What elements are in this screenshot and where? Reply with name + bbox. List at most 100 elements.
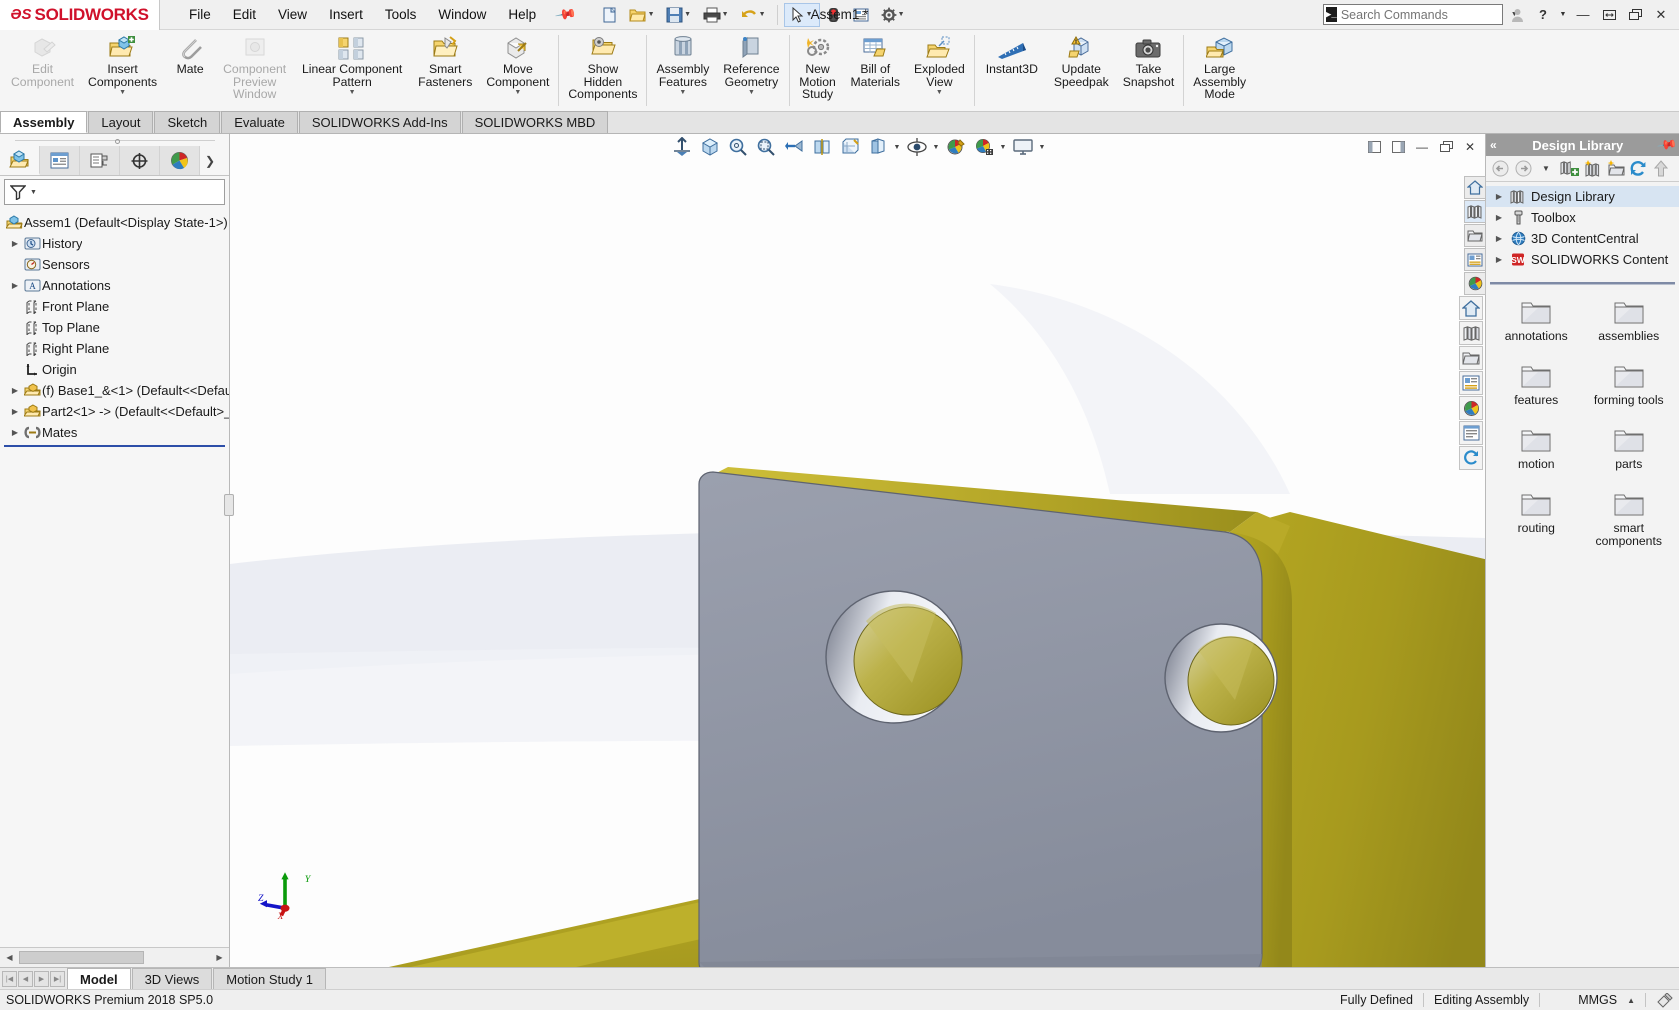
panel-splitter-handle[interactable] — [224, 494, 234, 516]
task-pane-view-palette-tab[interactable] — [1464, 248, 1486, 271]
edit-appearance-icon[interactable] — [943, 136, 969, 158]
view-cube-icon[interactable] — [697, 136, 723, 158]
expand-arrow-icon[interactable]: ▶ — [8, 407, 22, 416]
property-manager-tab[interactable] — [40, 146, 80, 175]
restore-window-icon[interactable] — [1435, 137, 1457, 157]
feature-manager-tab[interactable] — [0, 146, 40, 175]
chevron-down-icon[interactable]: ▼ — [936, 89, 943, 96]
tree-item-part2[interactable]: ▶ Part2<1> -> (Default<<Default>_ — [0, 401, 229, 422]
expand-arrow-icon[interactable]: ▶ — [8, 239, 22, 248]
ribbon-edit-component[interactable]: Edit Component — [4, 30, 81, 111]
help-question-icon[interactable]: ? — [1531, 4, 1555, 26]
tab-assembly[interactable]: Assembly — [0, 111, 87, 133]
minimize-icon[interactable]: — — [1571, 4, 1595, 26]
design-library-splitter[interactable] — [1490, 282, 1675, 285]
double-chevron-left-icon[interactable]: « — [1490, 138, 1497, 152]
ribbon-update-speedpak[interactable]: Update Speedpak — [1047, 30, 1116, 111]
scrollbar-thumb[interactable] — [19, 951, 144, 964]
ribbon-linear-component-pattern[interactable]: Linear Component Pattern ▼ — [293, 30, 411, 111]
configuration-manager-tab[interactable] — [80, 146, 120, 175]
ribbon-assembly-features[interactable]: Assembly Features ▼ — [649, 30, 716, 111]
tree-item-mates[interactable]: ▶ Mates — [0, 422, 229, 443]
ribbon-instant3d[interactable]: Instant3D — [977, 30, 1047, 111]
tab-sketch[interactable]: Sketch — [154, 111, 220, 133]
expand-arrow-icon[interactable]: ▶ — [8, 281, 22, 290]
bottom-tab-model[interactable]: Model — [67, 968, 131, 989]
help-dropdown-caret[interactable]: ▼ — [1557, 4, 1569, 26]
ribbon-reference-geometry[interactable]: Reference Geometry ▼ — [716, 30, 786, 111]
folder-icon[interactable] — [1459, 346, 1483, 370]
scroll-right-arrow-icon[interactable]: ▶ — [212, 953, 227, 962]
new-document-button[interactable] — [597, 3, 623, 27]
panel-grip[interactable] — [0, 134, 229, 146]
menu-view[interactable]: View — [267, 3, 318, 26]
zoom-area-icon[interactable] — [753, 136, 779, 158]
tree-item-sensors[interactable]: Sensors — [0, 254, 229, 275]
expand-arrow-icon[interactable]: ▶ — [1492, 192, 1506, 201]
view-settings-icon[interactable] — [1010, 136, 1036, 158]
horizontal-scrollbar[interactable] — [19, 951, 210, 964]
next-tab-icon[interactable]: ▶ — [34, 971, 49, 987]
new-folder-icon[interactable] — [1605, 159, 1625, 179]
expand-arrow-icon[interactable]: ▶ — [8, 428, 22, 437]
chevron-down-icon[interactable]: ▼ — [932, 144, 941, 151]
feature-tree-scrollbar[interactable]: ◀ ▶ — [0, 947, 229, 967]
menu-file[interactable]: File — [178, 3, 222, 26]
select-button[interactable]: ▼ — [784, 3, 820, 27]
expand-arrow-icon[interactable]: ▶ — [1492, 213, 1506, 222]
chevron-down-icon[interactable]: ▼ — [893, 144, 902, 151]
chevron-down-icon[interactable]: ▼ — [514, 89, 521, 96]
forward-arrow-icon[interactable] — [1513, 159, 1533, 179]
close-icon[interactable]: ✕ — [1649, 4, 1673, 26]
appearances-callout-icon[interactable] — [1656, 993, 1673, 1008]
tree-item-origin[interactable]: Origin — [0, 359, 229, 380]
first-tab-icon[interactable]: |◀ — [2, 971, 17, 987]
chevron-down-icon[interactable]: ▼ — [349, 89, 356, 96]
library-folder-routing[interactable]: routing — [1490, 491, 1583, 548]
ribbon-bill-of-materials[interactable]: Bill of Materials — [844, 30, 907, 111]
task-pane-appearances-tab[interactable] — [1464, 272, 1486, 295]
library-folder-features[interactable]: features — [1490, 363, 1583, 407]
refresh-icon[interactable] — [1628, 159, 1648, 179]
tree-item-base1[interactable]: ▶ (f) Base1_&<1> (Default<<Defaul — [0, 380, 229, 401]
section-view-icon[interactable] — [809, 136, 835, 158]
tab-solidworks-addins[interactable]: SOLIDWORKS Add-Ins — [299, 111, 461, 133]
bottom-tab-motion-study[interactable]: Motion Study 1 — [213, 968, 326, 989]
ribbon-show-hidden-components[interactable]: Show Hidden Components — [561, 30, 644, 111]
save-button[interactable]: ▼ — [661, 3, 697, 27]
previous-view-icon[interactable] — [781, 136, 807, 158]
ribbon-smart-fasteners[interactable]: Smart Fasteners — [411, 30, 479, 111]
options-gear-button[interactable]: ▼ — [875, 3, 911, 27]
ribbon-exploded-view[interactable]: Exploded View ▼ — [907, 30, 972, 111]
tree-item-history[interactable]: ▶ History — [0, 233, 229, 254]
ribbon-large-assembly-mode[interactable]: Large Assembly Mode — [1186, 30, 1253, 111]
menu-window[interactable]: Window — [427, 3, 497, 26]
tree-item-assem1[interactable]: Assem1 (Default<Display State-1>) — [0, 212, 229, 233]
expand-arrow-icon[interactable]: ▶ — [1492, 255, 1506, 264]
undo-button[interactable]: ▼ — [735, 3, 771, 27]
view-orientation-icon[interactable] — [837, 136, 863, 158]
tree-item-front-plane[interactable]: Front Plane — [0, 296, 229, 317]
zoom-to-fit-icon[interactable] — [669, 136, 695, 158]
library-folder-assemblies[interactable]: assemblies — [1583, 299, 1676, 343]
scroll-left-arrow-icon[interactable]: ◀ — [2, 953, 17, 962]
display-manager-tab[interactable] — [160, 146, 200, 175]
chevron-down-icon[interactable]: ▼ — [748, 89, 755, 96]
ribbon-insert-components[interactable]: Insert Components ▼ — [81, 30, 164, 111]
maximize-icon[interactable] — [1623, 4, 1647, 26]
filter-dropdown-caret[interactable]: ▼ — [30, 189, 37, 196]
feature-tree-filter[interactable]: ▼ — [4, 179, 225, 205]
print-button[interactable]: ▼ — [698, 3, 734, 27]
chevron-down-icon[interactable]: ▼ — [1038, 144, 1047, 151]
tree-item-top-plane[interactable]: Top Plane — [0, 317, 229, 338]
panel-left-icon[interactable] — [1363, 137, 1385, 157]
ribbon-new-motion-study[interactable]: New Motion Study — [792, 30, 844, 111]
file-properties-button[interactable] — [848, 3, 874, 27]
hide-show-items-icon[interactable] — [904, 136, 930, 158]
menu-edit[interactable]: Edit — [222, 3, 267, 26]
menu-insert[interactable]: Insert — [318, 3, 374, 26]
library-node-toolbox[interactable]: ▶ Toolbox — [1486, 207, 1679, 228]
pushpin-icon[interactable]: 📌 — [554, 3, 578, 27]
tab-evaluate[interactable]: Evaluate — [221, 111, 298, 133]
library-folder-smart-components[interactable]: smart components — [1583, 491, 1676, 548]
